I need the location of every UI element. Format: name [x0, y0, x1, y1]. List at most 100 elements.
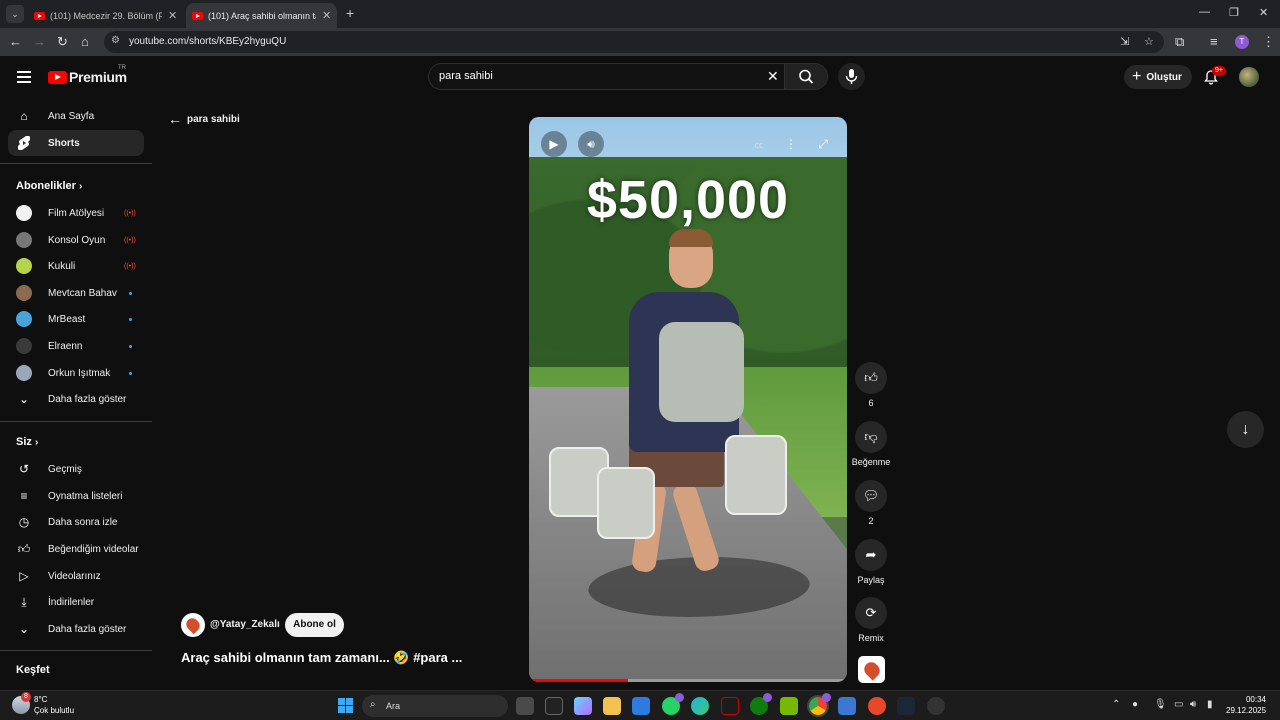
bookmark-star-icon[interactable]: ☆	[1144, 35, 1154, 48]
taskbar-clock[interactable]: 00:34 29.12.2025	[1226, 694, 1266, 716]
search-button[interactable]	[784, 64, 827, 89]
tab-arac-sahibi[interactable]: (101) Araç sahibi olmanın tam z ✕	[186, 3, 338, 28]
display-icon[interactable]: ▭	[1174, 699, 1183, 710]
whatsapp-icon[interactable]	[662, 693, 684, 715]
sidebar-item-mrbeast[interactable]: MrBeast	[8, 306, 144, 332]
settings-icon[interactable]	[927, 697, 945, 715]
task-view-icon[interactable]	[516, 697, 534, 715]
remix-label: Remix	[858, 633, 884, 643]
comments-button[interactable]: 💬︎ 2	[855, 480, 887, 526]
search-input[interactable]: para sahibi	[439, 70, 493, 82]
channel-name[interactable]: @Yatay_Zekalı	[210, 619, 280, 630]
edge-icon[interactable]	[691, 697, 709, 715]
search-box[interactable]: para sahibi ✕	[428, 63, 828, 90]
volume-icon[interactable]: 🔊︎	[1190, 699, 1196, 710]
clear-search-icon[interactable]: ✕	[767, 68, 779, 85]
close-window-icon[interactable]: ✕	[1259, 6, 1268, 19]
back-to-search-link[interactable]: ← para sahibi	[168, 111, 240, 127]
close-tab-icon[interactable]: ✕	[322, 9, 331, 22]
extensions-icon[interactable]: ⧉	[1175, 34, 1184, 50]
media-controls-icon[interactable]: ≡	[1210, 34, 1218, 50]
weather-widget[interactable]: 8 8°C Çok bulutlu	[12, 692, 74, 716]
channel-avatar[interactable]	[181, 613, 205, 637]
sidebar-item-history[interactable]: ↺ Geçmiş	[8, 456, 144, 482]
sidebar-item-kukuli[interactable]: Kukuli ((•))	[8, 253, 144, 279]
microphone-tray-icon[interactable]: 🎙︎	[1154, 699, 1167, 710]
tab-title: (101) Araç sahibi olmanın tam z	[208, 10, 316, 21]
account-avatar[interactable]	[1239, 67, 1259, 87]
sidebar-item-konsol-oyun[interactable]: Konsol Oyun ((•))	[8, 227, 144, 253]
sidebar-item-elraenn[interactable]: Elraenn	[8, 333, 144, 359]
home-icon: ⌂	[20, 109, 28, 123]
subscribe-button[interactable]: Abone ol	[285, 613, 344, 637]
channel-avatar	[16, 311, 32, 327]
sidebar-item-mevtcan-bahav[interactable]: Mevtcan Bahav	[8, 280, 144, 306]
short-title[interactable]: Araç sahibi olmanın tam zamanı... 🤣 #par…	[181, 650, 462, 666]
copilot-icon[interactable]	[574, 697, 592, 715]
sidebar-show-more-you[interactable]: ⌄ Daha fazla göster	[8, 616, 144, 642]
home-icon[interactable]: ⌂	[81, 34, 89, 50]
xbox-icon[interactable]	[750, 693, 772, 715]
tab-search-button[interactable]: ⌄	[6, 5, 24, 23]
hamburger-menu-icon[interactable]	[17, 71, 31, 83]
dislike-button[interactable]: 👎︎ Beğenme	[852, 421, 890, 467]
minimize-icon[interactable]: —	[1199, 6, 1210, 18]
share-button[interactable]: ➦ Paylaş	[855, 539, 887, 585]
volume-button[interactable]: 🔊︎	[578, 131, 604, 157]
new-tab-button[interactable]: +	[346, 5, 354, 21]
nvidia-icon[interactable]	[780, 697, 798, 715]
forward-arrow-icon[interactable]: →	[33, 34, 46, 50]
battery-icon[interactable]: ▮	[1207, 699, 1213, 710]
video-progress-bar[interactable]	[529, 679, 847, 682]
captions-icon[interactable]: ㏄	[746, 131, 772, 157]
sidebar-item-downloads[interactable]: ⤓ İndirilenler	[8, 589, 144, 615]
site-info-icon[interactable]: ⚙	[111, 35, 120, 46]
subscriptions-heading[interactable]: Abonelikler ›	[16, 180, 82, 192]
sidebar-item-label: Orkun Işıtmak	[48, 367, 111, 379]
netflix-icon[interactable]	[721, 697, 739, 715]
sidebar-show-more-subscriptions[interactable]: ⌄ Daha fazla göster	[8, 386, 144, 412]
steam-icon[interactable]	[897, 697, 915, 715]
install-app-icon[interactable]: ⇲	[1120, 35, 1129, 48]
back-arrow-icon[interactable]: ←	[9, 34, 22, 50]
sound-thumbnail[interactable]	[858, 656, 885, 683]
chrome-icon[interactable]	[807, 693, 831, 717]
sidebar-item-film-atolyesi[interactable]: Film Atölyesi ((•))	[8, 200, 144, 226]
reload-icon[interactable]: ↻	[57, 34, 68, 50]
play-button[interactable]: ▶	[541, 131, 567, 157]
microsoft-store-icon[interactable]	[632, 697, 650, 715]
next-short-button[interactable]: ↓	[1227, 411, 1264, 448]
youtube-premium-logo[interactable]: Premium TR	[48, 65, 127, 85]
close-tab-icon[interactable]: ✕	[168, 9, 177, 22]
epic-games-icon[interactable]	[545, 697, 563, 715]
sidebar-item-playlists[interactable]: ≡ Oynatma listeleri	[8, 483, 144, 509]
app-icon[interactable]	[868, 697, 886, 715]
restore-icon[interactable]: ❐	[1229, 6, 1239, 19]
notifications-button[interactable]: 9+	[1203, 66, 1226, 90]
comment-count: 2	[868, 516, 874, 526]
sidebar-item-watch-later[interactable]: ◷ Daha sonra izle	[8, 509, 144, 535]
taskbar-search[interactable]: ⌕ Ara	[362, 695, 508, 717]
fullscreen-icon[interactable]: ⤢	[810, 131, 836, 157]
like-button[interactable]: 👍︎ 6	[855, 362, 887, 408]
sidebar-item-shorts[interactable]: Shorts	[8, 130, 144, 156]
sidebar-item-your-videos[interactable]: ▷ Videolarınız	[8, 563, 144, 589]
shorts-video-player[interactable]: $50,000 ▶ 🔊︎ ㏄ ⋮ ⤢	[529, 117, 847, 682]
tray-app-icon[interactable]: ●	[1132, 699, 1138, 710]
sidebar-item-orkun-isitmak[interactable]: Orkun Işıtmak	[8, 360, 144, 386]
profile-avatar[interactable]: T	[1235, 35, 1249, 49]
file-explorer-icon[interactable]	[603, 697, 621, 715]
sidebar-item-home[interactable]: ⌂ Ana Sayfa	[8, 103, 144, 129]
windows-start-icon[interactable]	[338, 698, 353, 713]
more-options-icon[interactable]: ⋮	[778, 131, 804, 157]
sidebar-item-liked-videos[interactable]: 👍︎ Beğendiğim videolar	[8, 536, 144, 562]
mail-icon[interactable]	[838, 697, 856, 715]
you-heading[interactable]: Siz ›	[16, 436, 38, 448]
address-bar[interactable]: ⚙ youtube.com/shorts/KBEy2hyguQU ⇲ ☆	[104, 31, 1164, 53]
voice-search-button[interactable]	[838, 63, 865, 90]
tray-overflow-icon[interactable]: ⌃	[1112, 699, 1120, 710]
create-button[interactable]: + Oluştur	[1124, 65, 1192, 89]
remix-button[interactable]: ⟳ Remix	[855, 597, 887, 643]
tab-medcezir[interactable]: (101) Medcezir 29. Bölüm (FULL ✕	[28, 3, 183, 28]
browser-menu-icon[interactable]: ⋮	[1262, 34, 1275, 50]
